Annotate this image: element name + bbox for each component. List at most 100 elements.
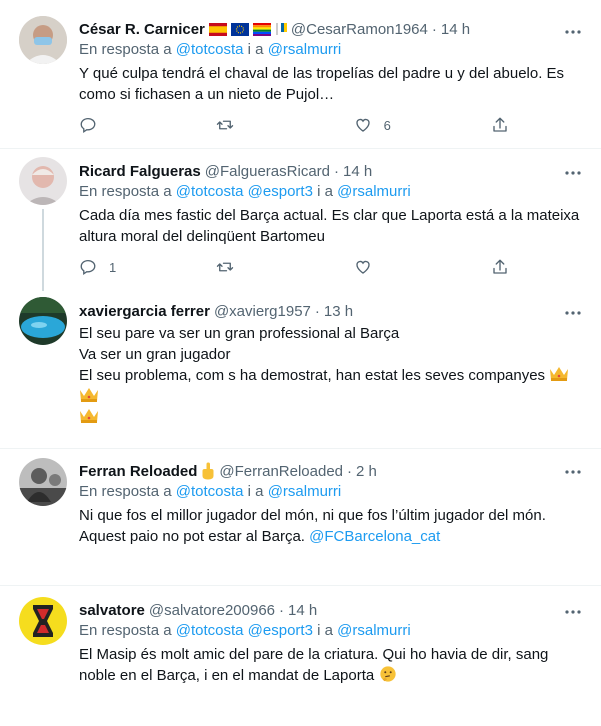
retweet-icon — [217, 262, 234, 272]
divider — [0, 148, 601, 149]
avatar[interactable] — [19, 16, 67, 64]
reply-prefix: En resposta a — [79, 622, 172, 639]
crown-emoji-icon — [550, 367, 569, 381]
retweet-icon — [217, 120, 234, 130]
reply-join: i a — [247, 483, 264, 500]
mention-link[interactable]: @totcosta — [176, 622, 244, 639]
reply-icon — [80, 117, 96, 134]
share-button[interactable] — [491, 115, 511, 135]
tweet[interactable]: xaviergarcia ferrer @xavierg1957 · 13 h … — [79, 301, 587, 428]
more-options-icon[interactable] — [563, 462, 583, 482]
reply-context: En resposta a @totcosta i a @rsalmurri — [79, 40, 587, 60]
pride-flag-icon — [252, 22, 271, 36]
like-button[interactable] — [354, 257, 414, 277]
tweet[interactable]: salvatore @salvatore200966 · 14 h En res… — [79, 600, 587, 686]
more-options-icon[interactable] — [563, 303, 583, 323]
author-handle[interactable]: @FerranReloaded — [219, 463, 343, 480]
reply-prefix: En resposta a — [79, 41, 172, 58]
timestamp[interactable]: 14 h — [288, 602, 317, 619]
crown-emoji-icon — [80, 409, 98, 423]
thinking-face-emoji-icon — [380, 666, 397, 682]
mention-link[interactable]: @rsalmurri — [268, 483, 342, 500]
tweet-actions: 6 — [79, 115, 511, 135]
avatar[interactable] — [19, 297, 67, 345]
separator-dot: · — [347, 462, 353, 480]
share-icon — [493, 259, 507, 274]
reply-context: En resposta a @totcosta @esport3 i a @rs… — [79, 182, 587, 202]
tweet-text-body: El Masip és molt amic del pare de la cri… — [79, 646, 549, 684]
avatar[interactable] — [19, 458, 67, 506]
tweet-text: Y qué culpa tendrá el chaval de las trop… — [79, 65, 565, 103]
tweet-text: El seu pare va ser un gran professional … — [79, 323, 587, 428]
reply-button[interactable]: 1 — [79, 257, 139, 277]
reply-join: i a — [317, 622, 333, 639]
retweet-button[interactable] — [216, 115, 276, 135]
mention-link[interactable]: @rsalmurri — [337, 622, 411, 639]
mention-link[interactable]: @totcosta — [176, 41, 244, 58]
retweet-button[interactable] — [216, 257, 276, 277]
separator-dot: · — [431, 20, 437, 38]
tweet-text: Cada día mes fastic del Barça actual. Es… — [79, 207, 580, 245]
heart-icon — [355, 260, 370, 274]
heart-icon — [355, 118, 370, 132]
author-handle[interactable]: @CesarRamon1964 — [291, 21, 428, 38]
avatar[interactable] — [19, 597, 67, 645]
author-handle[interactable]: @xavierg1957 — [214, 303, 311, 320]
tweet-line: El seu pare va ser un gran professional … — [79, 325, 400, 342]
eu-flag-icon — [230, 22, 249, 36]
author-name[interactable]: César R. Carnicer — [79, 21, 205, 38]
mention-link[interactable]: @totcosta — [176, 483, 244, 500]
divider — [0, 585, 601, 586]
mention-link[interactable]: @FCBarcelona_cat — [309, 528, 440, 545]
tweet-text: El Masip és molt amic del pare de la cri… — [79, 644, 587, 686]
middle-finger-emoji-icon — [201, 462, 215, 480]
share-icon — [493, 117, 507, 132]
timestamp[interactable]: 14 h — [441, 21, 470, 38]
separator-dot: · — [279, 601, 285, 619]
tweet-line — [79, 407, 587, 428]
reply-button[interactable] — [79, 115, 139, 135]
like-button[interactable]: 6 — [354, 115, 414, 135]
mention-link[interactable]: @rsalmurri — [268, 41, 342, 58]
tweet[interactable]: Ricard Falgueras @FalguerasRicard · 14 h… — [79, 161, 587, 247]
author-handle[interactable]: @salvatore200966 — [149, 602, 275, 619]
reply-join: i a — [247, 41, 264, 58]
reply-context: En resposta a @totcosta @esport3 i a @rs… — [79, 621, 587, 641]
spain-flag-icon — [208, 22, 227, 36]
timestamp[interactable]: 2 h — [356, 463, 377, 480]
more-options-icon[interactable] — [563, 22, 583, 42]
mention-link[interactable]: @esport3 — [248, 622, 313, 639]
canary-flag-icon — [275, 21, 287, 37]
tweet-line: El seu problema, com s ha demostrat, han… — [79, 365, 587, 407]
mention-link[interactable]: @esport3 — [248, 183, 313, 200]
tweet-actions: 1 — [79, 257, 511, 277]
separator-dot: · — [314, 302, 320, 320]
author-name[interactable]: Ricard Falgueras — [79, 163, 201, 180]
share-button[interactable] — [491, 257, 511, 277]
mention-link[interactable]: @totcosta — [176, 183, 244, 200]
timestamp[interactable]: 14 h — [343, 163, 372, 180]
more-options-icon[interactable] — [563, 163, 583, 183]
like-count: 6 — [383, 117, 391, 133]
more-options-icon[interactable] — [563, 602, 583, 622]
mention-link[interactable]: @rsalmurri — [337, 183, 411, 200]
reply-icon — [80, 259, 96, 276]
author-handle[interactable]: @FalguerasRicard — [205, 163, 330, 180]
tweet-text: Ni que fos el millor jugador del món, ni… — [79, 505, 587, 547]
avatar[interactable] — [19, 157, 67, 205]
crown-emoji-icon — [80, 388, 98, 402]
timestamp[interactable]: 13 h — [324, 303, 353, 320]
reply-join: i a — [317, 183, 333, 200]
reply-context: En resposta a @totcosta i a @rsalmurri — [79, 482, 587, 502]
tweet[interactable]: César R. Carnicer @CesarRamon1964 · 14 h… — [79, 19, 587, 105]
author-name[interactable]: Ferran Reloaded — [79, 463, 197, 480]
reply-prefix: En resposta a — [79, 483, 172, 500]
thread-line — [42, 209, 44, 291]
tweet-line: Va ser un gran jugador — [79, 346, 231, 363]
author-name[interactable]: xaviergarcia ferrer — [79, 303, 210, 320]
author-name[interactable]: salvatore — [79, 602, 145, 619]
tweet[interactable]: Ferran Reloaded @FerranReloaded · 2 h En… — [79, 461, 587, 547]
separator-dot: · — [334, 162, 339, 180]
reply-count: 1 — [109, 259, 117, 275]
reply-prefix: En resposta a — [79, 183, 172, 200]
